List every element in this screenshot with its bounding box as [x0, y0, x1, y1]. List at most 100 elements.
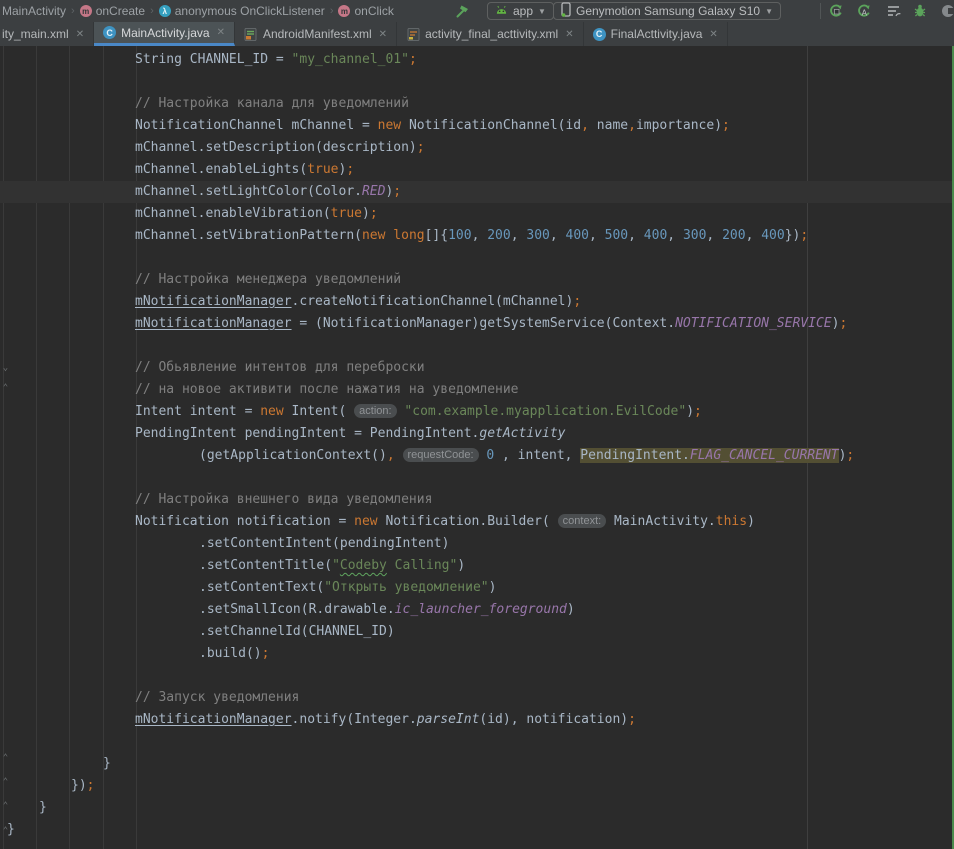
code-token: ; [370, 206, 378, 221]
breadcrumb-separator-icon: › [149, 5, 155, 17]
code-token: 200 [487, 228, 510, 243]
tab-label: AndroidManifest.xml [263, 27, 372, 41]
code-token: true [331, 206, 362, 221]
breadcrumb-label: onCreate [96, 4, 145, 18]
code-token: = (NotificationManager)getSystemService(… [292, 316, 676, 331]
code-token: getActivity [479, 426, 565, 441]
code-token: , [472, 228, 488, 243]
code-line: .setChannelId(CHANNEL_ID) [0, 621, 952, 643]
code-line: // Настройка канала для уведомлений [0, 93, 952, 115]
breadcrumb: MainActivity›monCreate›λanonymous OnClic… [2, 0, 394, 22]
close-icon[interactable]: ✕ [217, 27, 225, 38]
build-hammer-icon[interactable] [455, 3, 471, 19]
code-token: ; [417, 140, 425, 155]
code-line: // Настройка внешнего вида уведомления [0, 489, 952, 511]
toolbar-separator [820, 3, 821, 19]
code-line [0, 731, 952, 753]
code-line: Notification notification = new Notifica… [0, 511, 952, 533]
code-line: // Запуск уведомления [0, 687, 952, 709]
tab-ity-main-xml[interactable]: ity_main.xml ✕ [0, 22, 94, 46]
tab-label: ity_main.xml [2, 27, 69, 41]
tab-label: MainActivity.java [121, 26, 209, 40]
code-token: ) [362, 206, 370, 221]
breadcrumb-item-oncreate[interactable]: monCreate [80, 4, 145, 18]
code-token: []{ [425, 228, 448, 243]
chevron-down-icon: ▼ [765, 7, 773, 16]
code-token: new [354, 514, 377, 529]
code-area: String CHANNEL_ID = "my_channel_01"; // Н… [0, 49, 952, 841]
tab-androidmanifest-xml[interactable]: AndroidManifest.xml ✕ [235, 22, 397, 46]
code-token: // Обьявление интентов для переброски [135, 360, 425, 375]
code-token: "my_channel_01" [292, 52, 409, 67]
class-file-icon: C [103, 26, 116, 39]
close-icon[interactable]: ✕ [709, 29, 717, 40]
code-token: "Открыть уведомление" [324, 580, 488, 595]
code-token: ; [839, 316, 847, 331]
code-token: 300 [526, 228, 549, 243]
manifest-file-icon [244, 27, 258, 41]
code-token: } [39, 800, 47, 815]
android-head-icon [495, 4, 508, 18]
apply-code-changes-icon[interactable]: A [856, 3, 872, 19]
code-line: mNotificationManager.createNotificationC… [0, 291, 952, 313]
code-line: } [0, 753, 952, 775]
tab-label: FinalActtivity.java [611, 27, 703, 41]
close-icon[interactable]: ✕ [379, 29, 387, 40]
main-toolbar: MainActivity›monCreate›λanonymous OnClic… [0, 0, 954, 22]
debug-icon[interactable] [912, 3, 928, 19]
tab-finalacttivity-java[interactable]: C FinalActtivity.java ✕ [584, 22, 728, 46]
code-token: , [667, 228, 683, 243]
code-token: , [628, 228, 644, 243]
code-token: parseInt [417, 712, 480, 727]
tab-mainactivity-java[interactable]: C MainActivity.java ✕ [94, 22, 235, 46]
code-line [0, 467, 952, 489]
profiler-icon[interactable] [886, 3, 902, 19]
code-token: // Настройка внешнего вида уведомления [135, 492, 432, 507]
code-token: mNotificationManager [135, 294, 292, 309]
fold-end-icon[interactable]: ⌃ [1, 801, 10, 811]
code-line: mChannel.enableVibration(true); [0, 203, 952, 225]
apply-changes-icon[interactable] [828, 3, 844, 19]
fold-end-icon[interactable]: ⌃ [1, 753, 10, 763]
code-token: , [387, 448, 395, 463]
code-token: // Настройка менеджера уведомлений [135, 272, 401, 287]
run-configuration-selector[interactable]: app ▼ [487, 2, 554, 20]
attach-debugger-icon[interactable] [940, 3, 954, 19]
code-token: 400 [644, 228, 667, 243]
code-token: ) [686, 404, 694, 419]
breadcrumb-label: MainActivity [2, 4, 66, 18]
class-file-icon: C [593, 28, 606, 41]
close-icon[interactable]: ✕ [76, 29, 84, 40]
device-selector[interactable]: Genymotion Samsung Galaxy S10 ▼ [553, 2, 781, 20]
anonymous-class-icon: λ [159, 5, 171, 17]
code-editor[interactable]: String CHANNEL_ID = "my_channel_01"; // Н… [0, 46, 954, 849]
code-token: this [716, 514, 747, 529]
code-token: NotificationChannel(id [401, 118, 581, 133]
close-icon[interactable]: ✕ [565, 29, 573, 40]
code-line: String CHANNEL_ID = "my_channel_01"; [0, 49, 952, 71]
breadcrumb-item-mainactivity[interactable]: MainActivity [2, 4, 66, 18]
breadcrumb-item-onclick[interactable]: monClick [338, 4, 393, 18]
fold-start-icon[interactable]: ⌄ [1, 363, 10, 373]
code-token: String CHANNEL_ID = [135, 52, 292, 67]
code-line: NotificationChannel mChannel = new Notif… [0, 115, 952, 137]
run-configuration-label: app [513, 4, 533, 18]
parameter-hint: requestCode: [403, 448, 479, 462]
tab-activity-final-acttivity-xml[interactable]: activity_final_acttivity.xml✕ [397, 22, 584, 46]
code-token: ; [393, 184, 401, 199]
code-token: , [550, 228, 566, 243]
code-token: Codeby [340, 558, 387, 573]
fold-end-icon[interactable]: ⌃ [1, 777, 10, 787]
code-token: ; [409, 52, 417, 67]
code-line: .setContentIntent(pendingIntent) [0, 533, 952, 555]
code-token: , [706, 228, 722, 243]
code-token: // Настройка канала для уведомлений [135, 96, 409, 111]
code-token: PendingIntent. [580, 448, 690, 463]
fold-end-icon[interactable]: ⌃ [1, 383, 10, 393]
code-token: , [581, 118, 589, 133]
breadcrumb-item-anonymous-onclicklistener[interactable]: λanonymous OnClickListener [159, 4, 325, 18]
code-line: mChannel.setVibrationPattern(new long[]{… [0, 225, 952, 247]
fold-end-icon[interactable]: ⌃ [1, 826, 10, 836]
code-token: }) [71, 778, 87, 793]
code-line-current: mChannel.setLightColor(Color.RED); [0, 181, 952, 203]
